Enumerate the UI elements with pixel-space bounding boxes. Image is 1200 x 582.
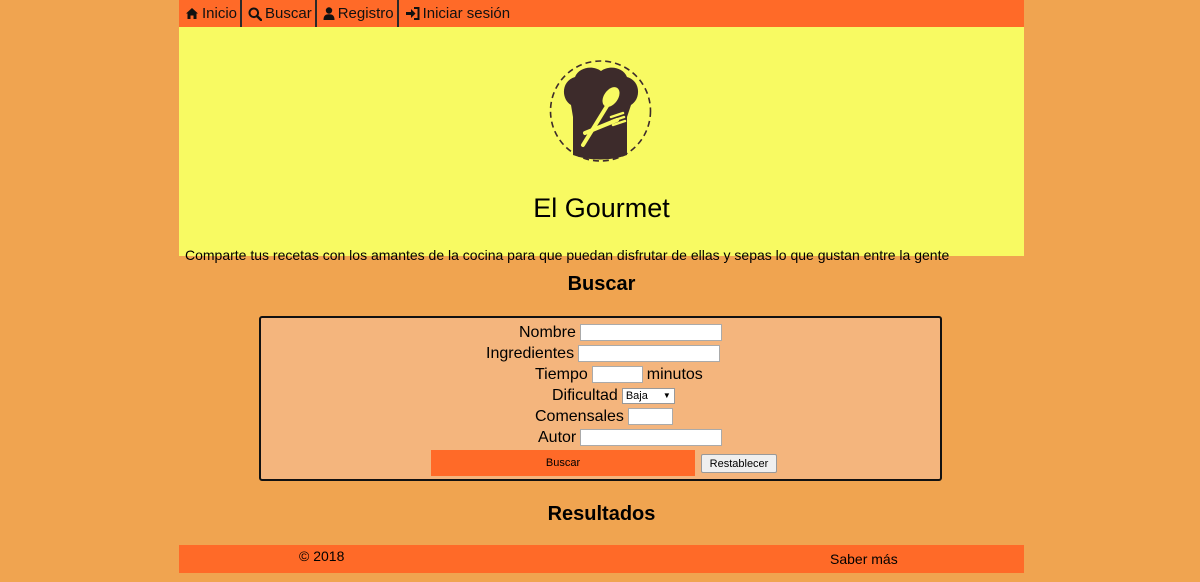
nombre-input[interactable] bbox=[579, 324, 722, 341]
page-container: Inicio Buscar Registro Iniciar sesión El… bbox=[179, 0, 1024, 573]
autor-input[interactable] bbox=[580, 429, 723, 446]
search-heading: Buscar bbox=[567, 273, 636, 295]
chef-hat-logo-icon bbox=[549, 60, 652, 162]
autor-row: Autor bbox=[538, 427, 723, 448]
dificultad-label: Dificultad bbox=[552, 386, 618, 404]
search-icon bbox=[248, 7, 263, 21]
user-icon bbox=[323, 7, 335, 20]
nav-item-iniciar-sesion[interactable]: Iniciar sesión bbox=[399, 0, 514, 27]
nav-item-label: Inicio bbox=[202, 5, 238, 22]
tiempo-unit: minutos bbox=[646, 365, 703, 383]
site-title: El Gourmet bbox=[533, 193, 670, 223]
top-nav: Inicio Buscar Registro Iniciar sesión bbox=[179, 0, 1024, 27]
tiempo-row: Tiempo minutos bbox=[535, 364, 703, 385]
ingredientes-row: Ingredientes bbox=[486, 343, 721, 364]
results-heading: Resultados bbox=[547, 503, 656, 525]
dificultad-selected: Baja bbox=[625, 389, 648, 402]
nombre-row: Nombre bbox=[519, 322, 722, 343]
tiempo-input[interactable] bbox=[591, 366, 643, 383]
nav-item-inicio[interactable]: Inicio bbox=[179, 0, 243, 27]
nav-item-label: Iniciar sesión bbox=[422, 5, 511, 22]
comensales-label: Comensales bbox=[535, 407, 624, 425]
site-footer: © 2018 Saber más bbox=[179, 545, 1024, 573]
search-submit-button[interactable]: Buscar bbox=[431, 450, 695, 476]
autor-label: Autor bbox=[538, 428, 577, 446]
dificultad-select[interactable]: Baja ▼ bbox=[621, 387, 675, 404]
nav-item-label: Registro bbox=[337, 5, 394, 22]
reset-button[interactable]: Restablecer bbox=[701, 454, 777, 473]
copyright-text: © 2018 bbox=[299, 548, 345, 564]
sign-in-icon bbox=[405, 7, 420, 20]
search-form: Nombre Ingredientes Tiempo minutos Dific… bbox=[259, 316, 942, 481]
nav-item-buscar[interactable]: Buscar bbox=[242, 0, 317, 27]
site-tagline: Comparte tus recetas con los amantes de … bbox=[185, 247, 950, 263]
nombre-label: Nombre bbox=[519, 323, 576, 341]
comensales-row: Comensales bbox=[535, 406, 673, 427]
comensales-input[interactable] bbox=[627, 408, 673, 425]
tiempo-label: Tiempo bbox=[535, 365, 588, 383]
ingredientes-label: Ingredientes bbox=[486, 344, 575, 362]
ingredientes-input[interactable] bbox=[578, 345, 721, 362]
dropdown-arrow-icon: ▼ bbox=[662, 391, 671, 400]
dificultad-row: Dificultad Baja ▼ bbox=[552, 385, 675, 406]
site-header: El Gourmet Comparte tus recetas con los … bbox=[179, 27, 1024, 263]
nav-item-label: Buscar bbox=[265, 5, 312, 22]
home-icon bbox=[185, 7, 199, 20]
saber-mas-link[interactable]: Saber más bbox=[830, 551, 898, 567]
nav-item-registro[interactable]: Registro bbox=[317, 0, 399, 27]
